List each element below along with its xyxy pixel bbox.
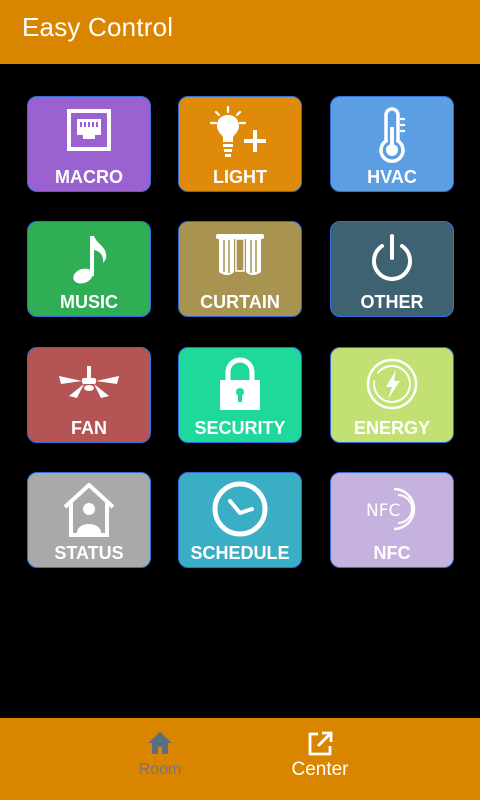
app-bar: Easy Control xyxy=(0,0,480,64)
hvac-tile[interactable]: HVAC xyxy=(330,96,454,192)
thermometer-icon xyxy=(331,103,453,167)
fan-tile[interactable]: FAN xyxy=(27,347,151,443)
other-tile[interactable]: OTHER xyxy=(330,221,454,317)
security-label: SECURITY xyxy=(194,418,286,438)
energy-label: ENERGY xyxy=(353,418,431,438)
security-tile[interactable]: SECURITY xyxy=(178,347,302,443)
other-label: OTHER xyxy=(360,292,424,312)
macro-label: MACRO xyxy=(55,167,123,187)
house-icon xyxy=(100,730,220,758)
schedule-tile[interactable]: SCHEDULE xyxy=(178,472,302,568)
energy-tile[interactable]: ENERGY xyxy=(330,347,454,443)
bottom-nav: Room Center xyxy=(0,718,480,800)
svg-text:NFC: NFC xyxy=(366,501,400,521)
nav-room[interactable]: Room xyxy=(100,718,220,800)
status-tile[interactable]: STATUS xyxy=(27,472,151,568)
tile-grid: MACRO LIGHT HVAC MUSIC CURTAIN OTHER FAN… xyxy=(0,64,480,718)
curtain-icon xyxy=(179,228,301,292)
nfc-label: NFC xyxy=(373,543,411,563)
status-label: STATUS xyxy=(54,543,124,563)
hvac-label: HVAC xyxy=(367,167,417,187)
music-tile[interactable]: MUSIC xyxy=(27,221,151,317)
clock-icon xyxy=(179,479,301,543)
fan-label: FAN xyxy=(71,418,107,438)
nfc-icon: NFC xyxy=(331,479,453,543)
schedule-label: SCHEDULE xyxy=(190,543,290,563)
macro-tile[interactable]: MACRO xyxy=(27,96,151,192)
nav-room-label: Room xyxy=(138,761,182,778)
light-label: LIGHT xyxy=(213,167,267,187)
nav-center-label: Center xyxy=(291,759,349,780)
light-tile[interactable]: LIGHT xyxy=(178,96,302,192)
music-note-icon xyxy=(28,228,150,292)
curtain-label: CURTAIN xyxy=(200,292,280,312)
energy-bolt-icon xyxy=(331,354,453,418)
lightbulb-plus-icon xyxy=(179,103,301,167)
nav-center[interactable]: Center xyxy=(260,718,380,800)
ethernet-port-icon xyxy=(28,103,150,167)
power-icon xyxy=(331,228,453,292)
open-external-icon xyxy=(260,730,380,758)
music-label: MUSIC xyxy=(60,292,118,312)
ceiling-fan-icon xyxy=(28,354,150,418)
app-title: Easy Control xyxy=(22,12,174,42)
padlock-icon xyxy=(179,354,301,418)
curtain-tile[interactable]: CURTAIN xyxy=(178,221,302,317)
nfc-tile[interactable]: NFC NFC xyxy=(330,472,454,568)
home-user-icon xyxy=(28,479,150,543)
